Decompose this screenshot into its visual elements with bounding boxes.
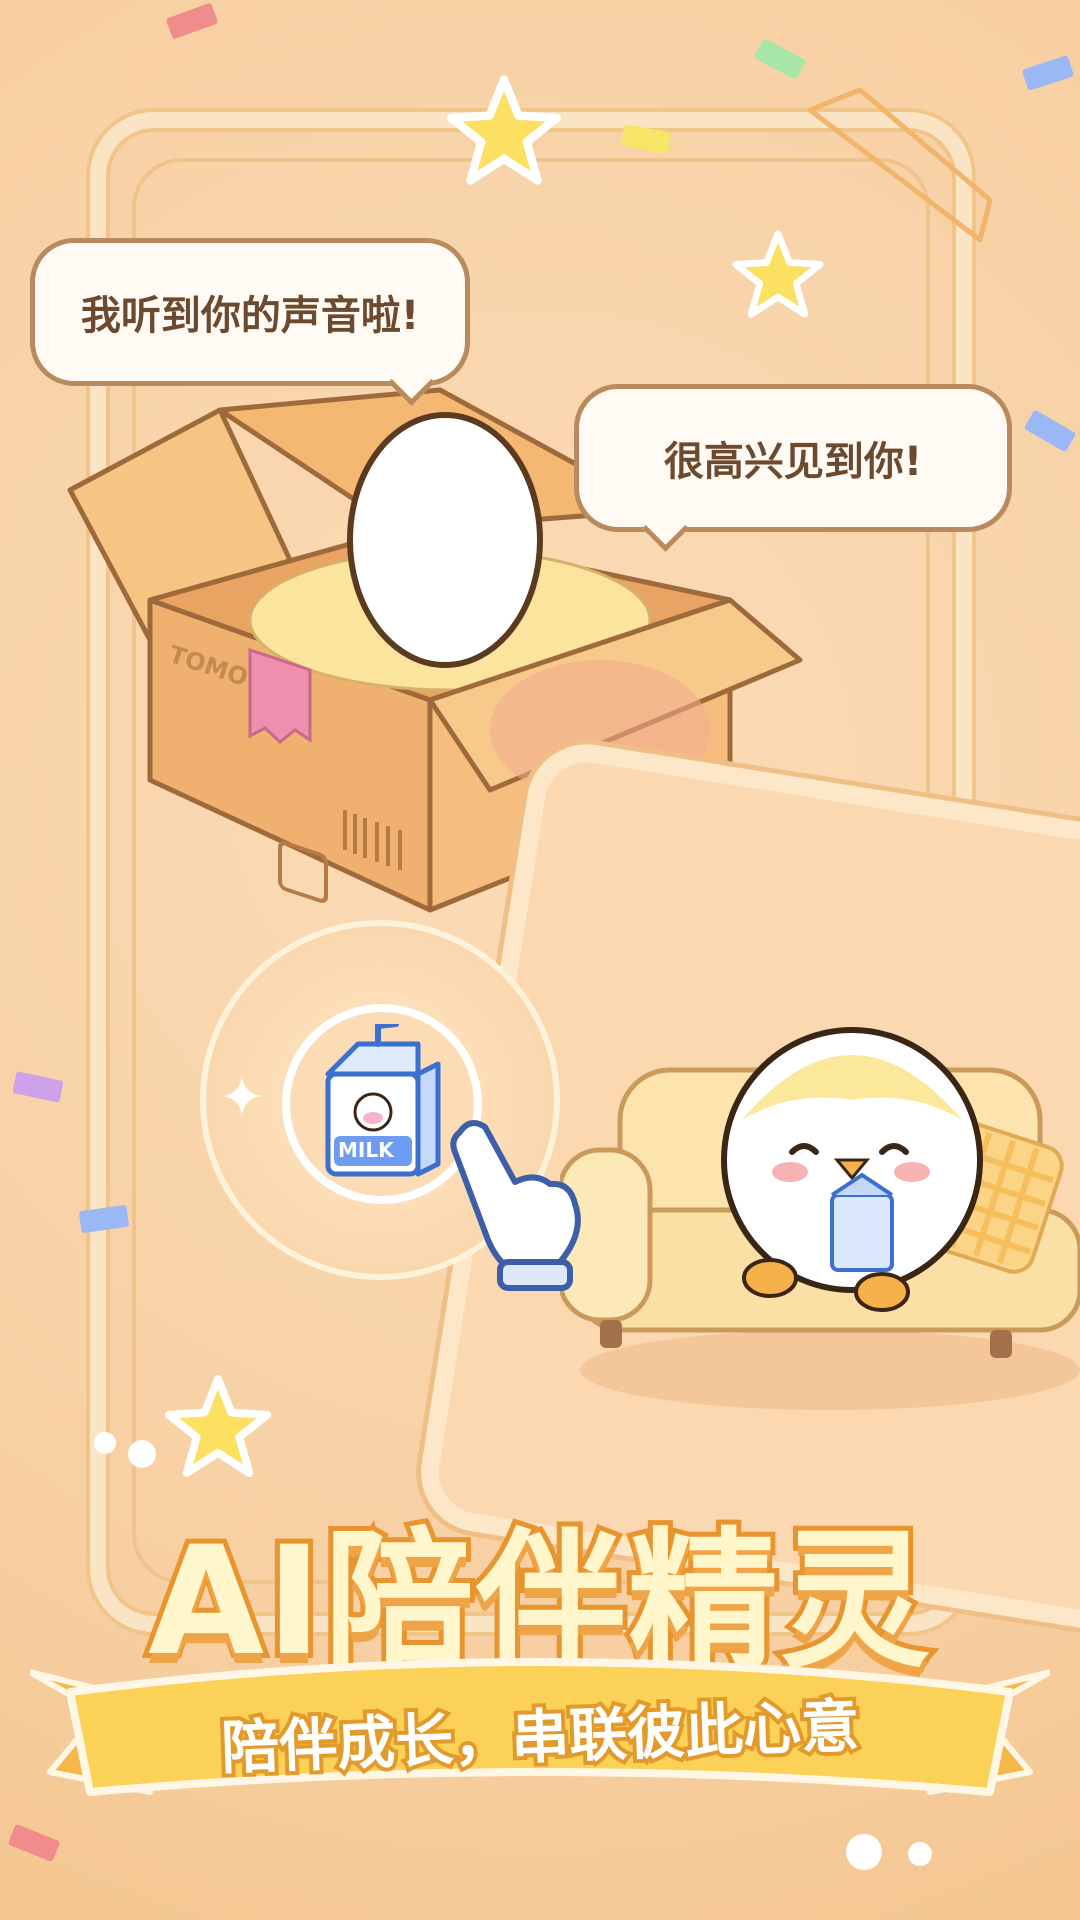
speech-bubble-right: 很高兴见到你! bbox=[574, 384, 1012, 552]
star-icon bbox=[732, 230, 824, 318]
confetti bbox=[753, 38, 807, 80]
speech-bubble-left-text: 我听到你的声音啦! bbox=[80, 293, 420, 339]
confetti bbox=[7, 1823, 61, 1863]
confetti bbox=[165, 2, 219, 40]
star-icon bbox=[447, 75, 561, 185]
sparkle-icon bbox=[222, 1076, 262, 1116]
confetti bbox=[12, 1071, 64, 1103]
speech-bubble-left: 我听到你的声音啦! bbox=[30, 238, 470, 406]
confetti bbox=[1021, 55, 1075, 91]
decor-dot bbox=[846, 1834, 882, 1870]
star-icon bbox=[164, 1375, 272, 1477]
pointing-hand-icon bbox=[450, 1120, 581, 1291]
speech-bubble-right-text: 很高兴见到你! bbox=[663, 439, 923, 485]
decor-dot bbox=[128, 1440, 156, 1468]
decor-dot bbox=[908, 1842, 932, 1866]
egg bbox=[347, 412, 543, 668]
corner-decoration bbox=[807, 87, 993, 243]
milk-label: MILK bbox=[338, 1138, 394, 1162]
penguin-character bbox=[721, 1027, 983, 1312]
confetti bbox=[1023, 409, 1077, 453]
decor-dot bbox=[94, 1432, 116, 1454]
promo-screen: TOMO 我听到你的声音啦! 很高兴见到你! MILK AI陪伴精灵 陪伴成长，… bbox=[0, 0, 1080, 1920]
